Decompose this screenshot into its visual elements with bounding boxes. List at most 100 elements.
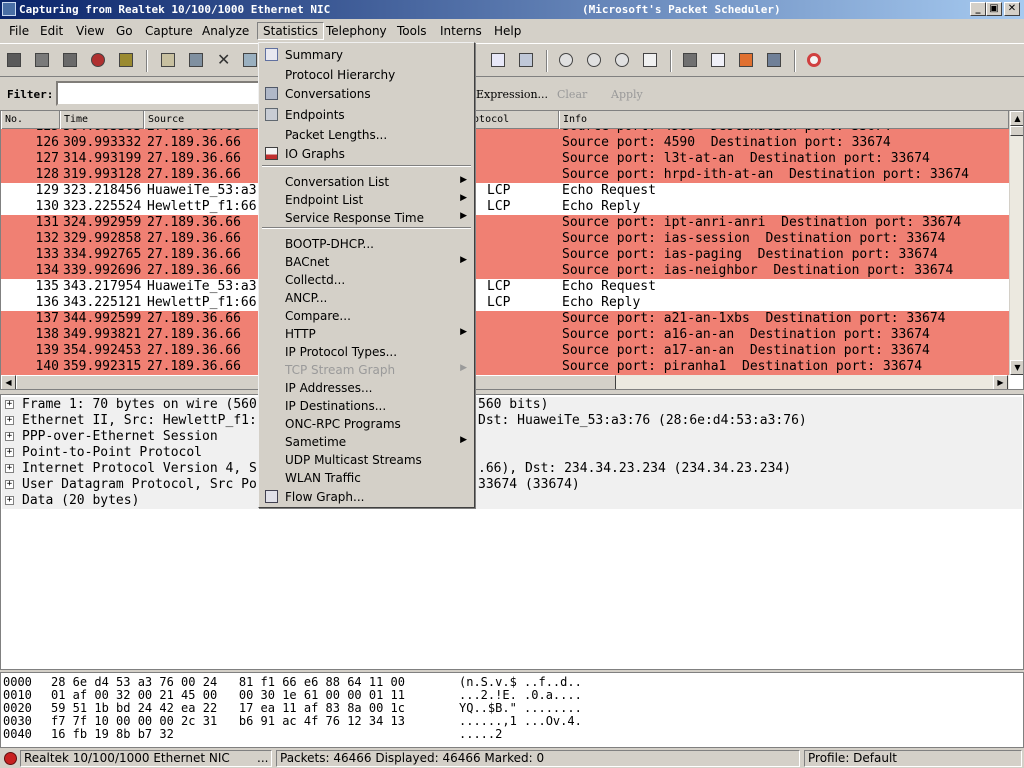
coloring-rules-button[interactable] xyxy=(736,50,756,70)
capture-filters-button[interactable] xyxy=(680,50,700,70)
close-button[interactable]: ✕ xyxy=(1004,2,1020,16)
maximize-button[interactable]: ▣ xyxy=(986,2,1002,16)
menu-file[interactable]: File xyxy=(4,23,34,41)
detail-tree-row[interactable]: + Data (20 bytes) xyxy=(2,493,1022,509)
menu-item-sametime[interactable]: Sametime ▶ xyxy=(260,433,473,451)
expand-icon[interactable]: + xyxy=(5,448,14,457)
vscroll-thumb[interactable] xyxy=(1010,126,1023,136)
menu-item-ip-protocol-types[interactable]: IP Protocol Types... xyxy=(260,343,473,361)
column-header-protocol[interactable]: Protocol xyxy=(474,111,559,129)
packet-row[interactable]: 137 344.992599 27.189.36.66 Source port: a2… xyxy=(1,311,1009,327)
auto-scroll-button[interactable] xyxy=(516,50,536,70)
packet-row[interactable]: 126 309.993332 27.189.36.66 Source port: 45… xyxy=(1,135,1009,151)
save-file-button[interactable] xyxy=(186,50,206,70)
menu-item-packet-lengths[interactable]: Packet Lengths... xyxy=(260,126,473,144)
menu-edit[interactable]: Edit xyxy=(35,23,68,41)
hex-bytes[interactable]: 16 fb 19 8b b7 32 xyxy=(51,728,174,741)
packet-row[interactable]: 135 343.217954 HuaweiTe_53:a3 LCP Echo Reque… xyxy=(1,279,1009,295)
stop-capture-button[interactable] xyxy=(88,50,108,70)
detail-tree-row[interactable]: + Point-to-Point Protocol xyxy=(2,445,1022,461)
menu-item-collectd[interactable]: Collectd... xyxy=(260,271,473,289)
preferences-button[interactable] xyxy=(764,50,784,70)
menu-item-endpoint-list[interactable]: Endpoint List ▶ xyxy=(260,191,473,209)
packet-row[interactable]: 131 324.992959 27.189.36.66 Source port: ip… xyxy=(1,215,1009,231)
restart-capture-button[interactable] xyxy=(116,50,136,70)
hex-ascii[interactable]: .....2 xyxy=(459,728,502,741)
expand-icon[interactable]: + xyxy=(5,496,14,505)
resize-columns-button[interactable] xyxy=(640,50,660,70)
expand-icon[interactable]: + xyxy=(5,464,14,473)
menu-item-endpoints[interactable]: Endpoints xyxy=(260,106,473,124)
menu-tools[interactable]: Tools xyxy=(392,23,432,41)
detail-tree-row[interactable]: + User Datagram Protocol, Src Po 33674 (33… xyxy=(2,477,1022,493)
packet-row[interactable]: 128 319.993128 27.189.36.66 Source port: hr… xyxy=(1,167,1009,183)
menu-item-io-graphs[interactable]: IO Graphs xyxy=(260,145,473,163)
menu-statistics[interactable]: Statistics xyxy=(257,22,324,40)
packet-row[interactable]: 127 314.993199 27.189.36.66 Source port: l3… xyxy=(1,151,1009,167)
packet-row[interactable]: 133 334.992765 27.189.36.66 Source port: ia… xyxy=(1,247,1009,263)
menu-item-summary[interactable]: Summary xyxy=(260,46,473,64)
menu-item-compare[interactable]: Compare... xyxy=(260,307,473,325)
start-capture-button[interactable] xyxy=(60,50,80,70)
detail-tree-row[interactable]: + Ethernet II, Src: HewlettP_f1: Dst: Huaw… xyxy=(2,413,1022,429)
menu-item-flow-graph[interactable]: Flow Graph... xyxy=(260,488,473,506)
interfaces-button[interactable] xyxy=(4,50,24,70)
menu-interns[interactable]: Interns xyxy=(435,23,487,41)
menu-item-conversations[interactable]: Conversations xyxy=(260,85,473,103)
packet-row[interactable]: 140 359.992315 27.189.36.66 Source port: pi… xyxy=(1,359,1009,375)
packet-row[interactable]: 139 354.992453 27.189.36.66 Source port: a1… xyxy=(1,343,1009,359)
filter-input[interactable] xyxy=(56,81,260,106)
zoom-out-button[interactable] xyxy=(584,50,604,70)
menu-view[interactable]: View xyxy=(71,23,109,41)
menu-telephony[interactable]: Telephony xyxy=(321,23,392,41)
menu-item-conversation-list[interactable]: Conversation List ▶ xyxy=(260,173,473,191)
detail-tree-row[interactable]: + Frame 1: 70 bytes on wire (560 560 bits) xyxy=(2,397,1022,413)
menu-item-udp-multicast-streams[interactable]: UDP Multicast Streams xyxy=(260,451,473,469)
hex-offset[interactable]: 0040 xyxy=(3,728,32,741)
expand-icon[interactable]: + xyxy=(5,480,14,489)
menu-item-ip-addresses[interactable]: IP Addresses... xyxy=(260,379,473,397)
status-profile[interactable]: Profile: Default xyxy=(804,750,1022,767)
menu-item-protocol-hierarchy[interactable]: Protocol Hierarchy xyxy=(260,66,473,84)
menu-item-service-response-time[interactable]: Service Response Time ▶ xyxy=(260,209,473,227)
zoom-in-button[interactable] xyxy=(556,50,576,70)
menu-item-onc-rpc-programs[interactable]: ONC-RPC Programs xyxy=(260,415,473,433)
menu-analyze[interactable]: Analyze xyxy=(197,23,254,41)
menu-help[interactable]: Help xyxy=(489,23,526,41)
reload-button[interactable] xyxy=(240,50,260,70)
scroll-left-button[interactable]: ◀ xyxy=(1,375,16,389)
column-header-no[interactable]: No. xyxy=(1,111,60,129)
minimize-button[interactable]: _ xyxy=(970,2,986,16)
capture-options-button[interactable] xyxy=(32,50,52,70)
expand-icon[interactable]: + xyxy=(5,416,14,425)
menu-item-ip-destinations[interactable]: IP Destinations... xyxy=(260,397,473,415)
packet-row[interactable]: 134 339.992696 27.189.36.66 Source port: ia… xyxy=(1,263,1009,279)
packet-row[interactable]: 129 323.218456 HuaweiTe_53:a3 LCP Echo Reque… xyxy=(1,183,1009,199)
display-filters-button[interactable] xyxy=(708,50,728,70)
scroll-right-button[interactable]: ▶ xyxy=(993,375,1008,389)
clear-button[interactable]: Clear xyxy=(557,88,587,101)
close-file-button[interactable]: ✕ xyxy=(214,50,234,70)
expand-icon[interactable]: + xyxy=(5,400,14,409)
menu-item-bacnet[interactable]: BACnet ▶ xyxy=(260,253,473,271)
scroll-down-button[interactable]: ▼ xyxy=(1010,360,1023,375)
detail-tree-row[interactable]: + PPP-over-Ethernet Session xyxy=(2,429,1022,445)
capture-status-icon[interactable] xyxy=(4,752,17,765)
column-header-info[interactable]: Info xyxy=(559,111,1009,129)
colorize-button[interactable] xyxy=(488,50,508,70)
menu-item-wlan-traffic[interactable]: WLAN Traffic xyxy=(260,469,473,487)
menu-item-bootp-dhcp[interactable]: BOOTP-DHCP... xyxy=(260,235,473,253)
menu-capture[interactable]: Capture xyxy=(140,23,198,41)
menu-go[interactable]: Go xyxy=(111,23,138,41)
menu-item-ancp[interactable]: ANCP... xyxy=(260,289,473,307)
packet-row[interactable]: 138 349.993821 27.189.36.66 Source port: a1… xyxy=(1,327,1009,343)
help-button[interactable] xyxy=(804,50,824,70)
column-header-time[interactable]: Time xyxy=(60,111,144,129)
normal-size-button[interactable] xyxy=(612,50,632,70)
packet-row[interactable]: 136 343.225121 HewlettP_f1:66 LCP Echo Reply xyxy=(1,295,1009,311)
expand-icon[interactable]: + xyxy=(5,432,14,441)
detail-tree-row[interactable]: + Internet Protocol Version 4, S .66), Dst… xyxy=(2,461,1022,477)
packet-row[interactable]: 130 323.225524 HewlettP_f1:66 LCP Echo Reply xyxy=(1,199,1009,215)
scroll-up-button[interactable]: ▲ xyxy=(1010,111,1023,126)
title-bar[interactable]: Capturing from Realtek 10/100/1000 Ether… xyxy=(0,0,1024,19)
